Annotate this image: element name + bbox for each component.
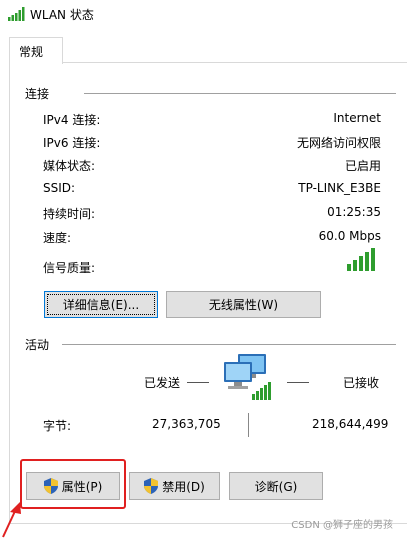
title-bar: WLAN 状态 (0, 0, 407, 28)
sent-divider (187, 382, 209, 383)
ipv6-value: 无网络访问权限 (296, 136, 381, 150)
uac-shield-icon (144, 478, 159, 494)
details-button-label: 详细信息(E)... (62, 298, 140, 312)
connection-group-line (84, 93, 396, 94)
received-divider (287, 382, 309, 383)
red-arrow-annotation (2, 502, 21, 538)
diagnose-button-label: 诊断(G) (254, 479, 298, 494)
connection-group-label: 连接 (25, 85, 54, 102)
ssid-value: TP-LINK_E3BE (298, 181, 381, 195)
bytes-sent-value: 27,363,705 (152, 417, 221, 431)
media-state-label: 媒体状态: (43, 159, 96, 173)
watermark: CSDN @狮子座的男孩 (291, 520, 393, 531)
signal-strength-icon (347, 248, 375, 271)
uac-shield-icon (43, 478, 58, 494)
wireless-properties-button-label: 无线属性(W) (208, 298, 279, 312)
details-button[interactable]: 详细信息(E)... (44, 291, 158, 318)
disable-button-label: 禁用(D) (162, 479, 205, 494)
activity-group-line (62, 344, 396, 345)
bytes-received-value: 218,644,499 (312, 417, 389, 431)
wifi-signal-icon (8, 7, 25, 21)
properties-button-label: 属性(P) (61, 479, 103, 494)
received-label: 已接收 (343, 376, 380, 390)
ipv4-label: IPv4 连接: (43, 113, 101, 127)
ipv4-value: Internet (333, 111, 381, 125)
ssid-label: SSID: (43, 181, 76, 195)
bytes-label: 字节: (43, 419, 72, 433)
sent-label: 已发送 (144, 376, 181, 390)
duration-label: 持续时间: (43, 207, 96, 221)
media-state-value: 已启用 (344, 159, 381, 173)
wireless-properties-button[interactable]: 无线属性(W) (166, 291, 321, 318)
activity-group-label: 活动 (25, 336, 54, 353)
signal-quality-label: 信号质量: (43, 261, 96, 275)
ipv6-label: IPv6 连接: (43, 136, 101, 150)
speed-value: 60.0 Mbps (318, 229, 381, 243)
diagnose-button[interactable]: 诊断(G) (229, 472, 323, 500)
bytes-divider (248, 413, 249, 437)
network-computers-icon (224, 354, 271, 400)
speed-label: 速度: (43, 231, 72, 245)
disable-button[interactable]: 禁用(D) (129, 472, 220, 500)
window-title: WLAN 状态 (30, 8, 94, 22)
duration-value: 01:25:35 (327, 205, 381, 219)
tab-general[interactable]: 常规 (9, 37, 63, 64)
properties-button[interactable]: 属性(P) (26, 472, 120, 500)
tab-general-label: 常规 (19, 45, 44, 59)
